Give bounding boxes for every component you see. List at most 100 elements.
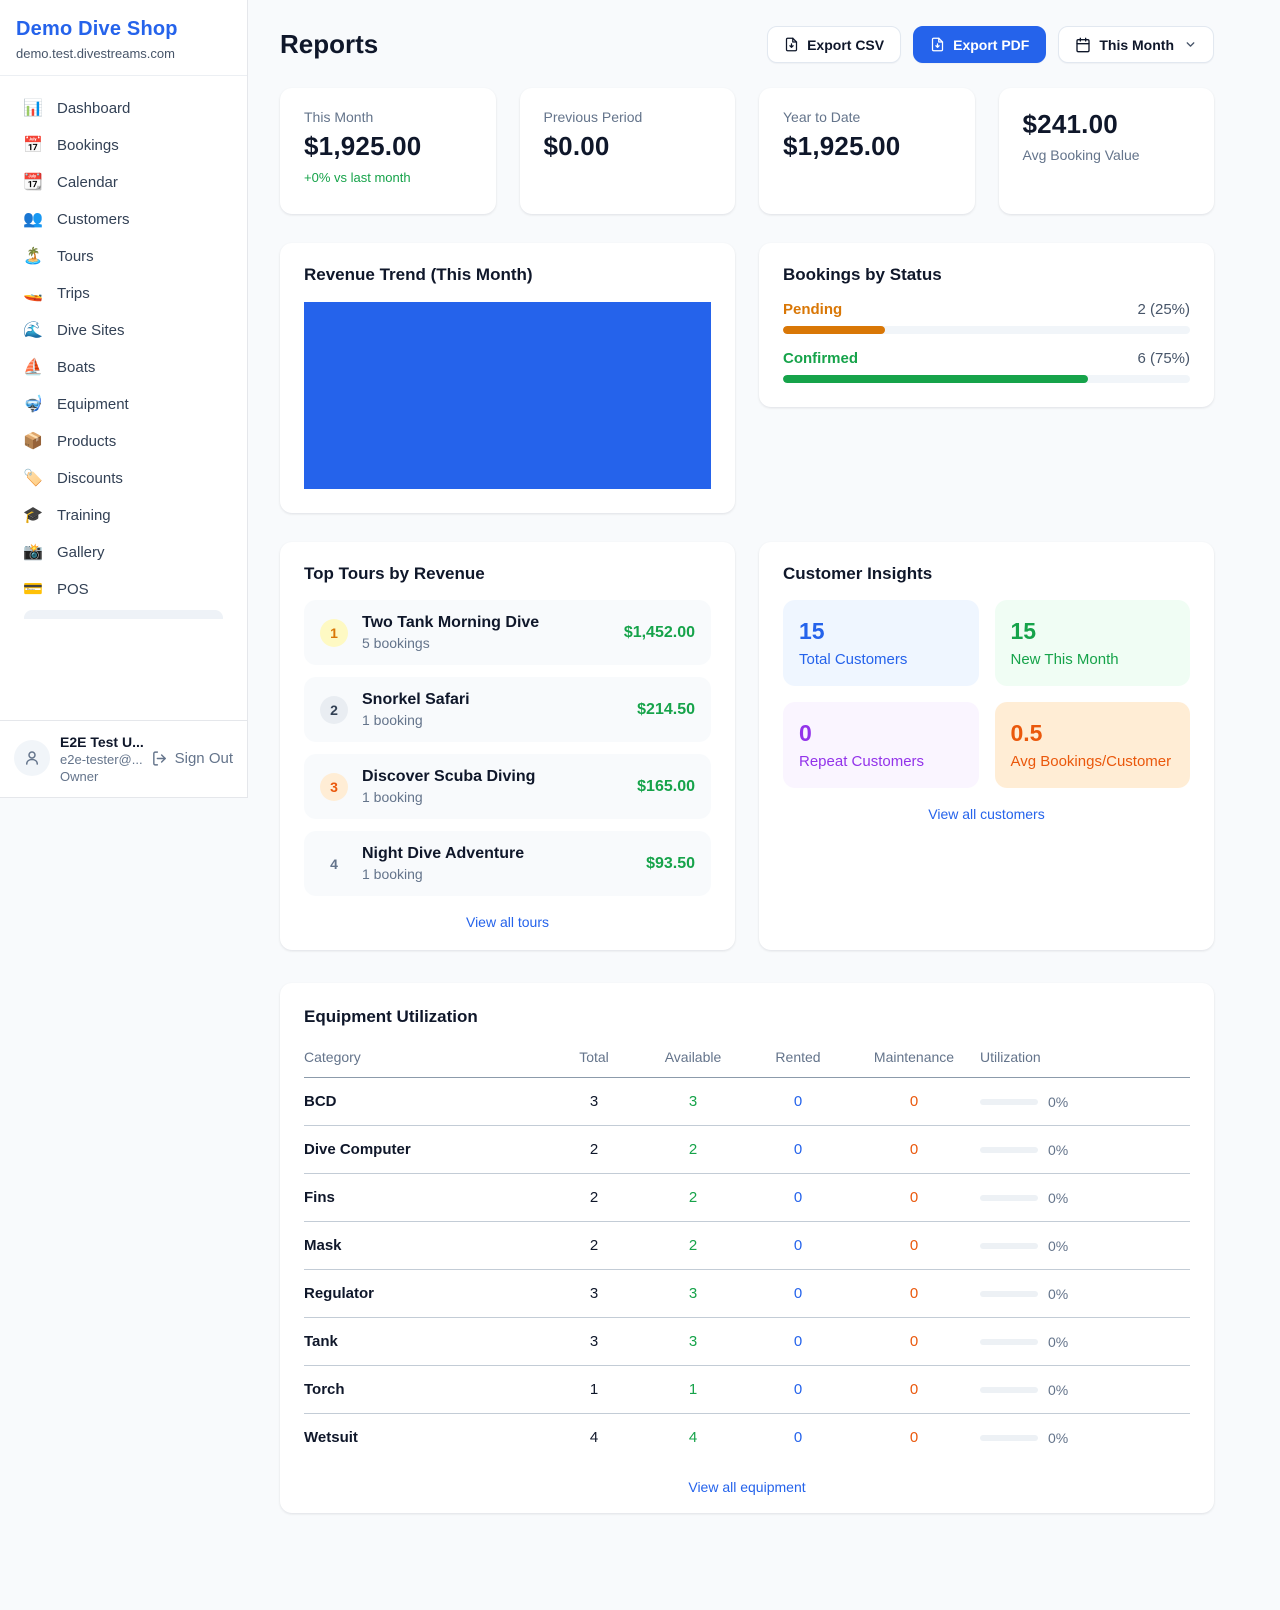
equipment-utilization-title: Equipment Utilization [304, 1007, 1190, 1027]
brand-name: Demo Dive Shop [16, 18, 231, 41]
column-header: Utilization [980, 1049, 1190, 1065]
utilization-percent: 0% [1048, 1334, 1068, 1350]
file-download-icon [930, 37, 945, 52]
sidebar-item-trips[interactable]: 🚤 Trips [12, 275, 235, 312]
sidebar-item-label: Products [57, 433, 116, 450]
status-label: Confirmed [783, 350, 858, 367]
sidebar-item-partial-highlight[interactable] [24, 610, 223, 619]
sidebar-item-label: Dive Sites [57, 322, 125, 339]
sidebar-item-dive-sites[interactable]: 🌊 Dive Sites [12, 312, 235, 349]
chevron-down-icon [1184, 38, 1197, 51]
sidebar-item-pos[interactable]: 💳 POS [12, 571, 235, 608]
equipment-available: 1 [638, 1381, 748, 1398]
sidebar: Demo Dive Shop demo.test.divestreams.com… [0, 0, 248, 798]
sidebar-item-calendar[interactable]: 📆 Calendar [12, 164, 235, 201]
sidebar-item-label: Discounts [57, 470, 123, 487]
stat-card-previous-period: Previous Period $0.00 [520, 88, 736, 214]
table-row: Regulator 3 3 0 0 0% [304, 1270, 1190, 1318]
equipment-maintenance: 0 [848, 1141, 980, 1158]
rank-badge: 3 [320, 773, 348, 801]
tour-row[interactable]: 1 Two Tank Morning Dive 5 bookings $1,45… [304, 600, 711, 665]
avatar [14, 740, 50, 776]
diving-mask-icon: 🤿 [22, 397, 44, 413]
column-header: Total [550, 1049, 638, 1065]
export-pdf-button[interactable]: Export PDF [913, 26, 1046, 63]
sidebar-item-discounts[interactable]: 🏷️ Discounts [12, 460, 235, 497]
sidebar-nav: 📊 Dashboard 📅 Bookings 📆 Calendar 👥 Cust… [0, 76, 247, 720]
graduation-cap-icon: 🎓 [22, 508, 44, 524]
utilization-percent: 0% [1048, 1430, 1068, 1446]
stat-delta: +0% vs last month [304, 170, 472, 185]
camera-flash-icon: 📸 [22, 545, 44, 561]
utilization-bar [980, 1387, 1038, 1393]
equipment-category: Dive Computer [304, 1141, 550, 1158]
sailboat-icon: ⛵ [22, 360, 44, 376]
speedboat-icon: 🚤 [22, 286, 44, 302]
period-select[interactable]: This Month [1058, 26, 1214, 63]
status-progress-track [783, 326, 1190, 334]
sidebar-item-dashboard[interactable]: 📊 Dashboard [12, 90, 235, 127]
revenue-trend-card: Revenue Trend (This Month) [280, 243, 735, 513]
equipment-available: 3 [638, 1333, 748, 1350]
tour-bookings: 1 booking [362, 866, 632, 882]
equipment-maintenance: 0 [848, 1333, 980, 1350]
person-icon [23, 749, 41, 767]
page-header: Reports Export CSV Export PDF This Month [280, 26, 1214, 63]
sidebar-item-training[interactable]: 🎓 Training [12, 497, 235, 534]
sidebar-item-gallery[interactable]: 📸 Gallery [12, 534, 235, 571]
status-row-confirmed: Confirmed 6 (75%) [783, 350, 1190, 383]
insight-value: 15 [1011, 618, 1175, 645]
tour-row[interactable]: 2 Snorkel Safari 1 booking $214.50 [304, 677, 711, 742]
stat-value: $1,925.00 [783, 131, 951, 162]
sidebar-item-tours[interactable]: 🏝️ Tours [12, 238, 235, 275]
insight-value: 0 [799, 720, 963, 747]
status-progress-fill [783, 375, 1088, 383]
equipment-rented: 0 [748, 1189, 848, 1206]
equipment-total: 2 [550, 1189, 638, 1206]
sidebar-item-label: Equipment [57, 396, 129, 413]
utilization-percent: 0% [1048, 1094, 1068, 1110]
equipment-category: Torch [304, 1381, 550, 1398]
equipment-total: 1 [550, 1381, 638, 1398]
sidebar-item-boats[interactable]: ⛵ Boats [12, 349, 235, 386]
status-progress-track [783, 375, 1190, 383]
wave-icon: 🌊 [22, 323, 44, 339]
calendar-icon [1075, 37, 1091, 53]
equipment-available: 2 [638, 1189, 748, 1206]
equipment-table-header: Category Total Available Rented Maintena… [304, 1045, 1190, 1078]
equipment-total: 3 [550, 1333, 638, 1350]
view-all-equipment-link[interactable]: View all equipment [304, 1479, 1190, 1495]
revenue-trend-title: Revenue Trend (This Month) [304, 265, 711, 285]
stat-label: Year to Date [783, 109, 951, 125]
status-progress-fill [783, 326, 885, 334]
tour-row[interactable]: 3 Discover Scuba Diving 1 booking $165.0… [304, 754, 711, 819]
sidebar-item-products[interactable]: 📦 Products [12, 423, 235, 460]
island-icon: 🏝️ [22, 249, 44, 265]
table-row: Torch 1 1 0 0 0% [304, 1366, 1190, 1414]
equipment-rented: 0 [748, 1285, 848, 1302]
sidebar-item-customers[interactable]: 👥 Customers [12, 201, 235, 238]
sidebar-item-label: Training [57, 507, 111, 524]
tear-off-calendar-icon: 📆 [22, 175, 44, 191]
sidebar-item-bookings[interactable]: 📅 Bookings [12, 127, 235, 164]
equipment-total: 3 [550, 1285, 638, 1302]
period-label: This Month [1099, 37, 1174, 53]
page-title: Reports [280, 29, 378, 60]
equipment-available: 3 [638, 1093, 748, 1110]
view-all-tours-link[interactable]: View all tours [304, 914, 711, 930]
equipment-category: Fins [304, 1189, 550, 1206]
sidebar-item-equipment[interactable]: 🤿 Equipment [12, 386, 235, 423]
sign-out-button[interactable]: Sign Out [151, 750, 233, 767]
equipment-available: 2 [638, 1141, 748, 1158]
equipment-rented: 0 [748, 1093, 848, 1110]
utilization-bar [980, 1339, 1038, 1345]
user-meta: E2E Test U... e2e-tester@... Owner [60, 734, 141, 784]
insight-tile-avg-bookings: 0.5 Avg Bookings/Customer [995, 702, 1191, 788]
equipment-utilization-card: Equipment Utilization Category Total Ava… [280, 983, 1214, 1513]
stat-label: Previous Period [544, 109, 712, 125]
tour-row[interactable]: 4 Night Dive Adventure 1 booking $93.50 [304, 831, 711, 896]
equipment-rented: 0 [748, 1381, 848, 1398]
view-all-customers-link[interactable]: View all customers [783, 806, 1190, 822]
export-csv-button[interactable]: Export CSV [767, 26, 901, 63]
brand-block: Demo Dive Shop demo.test.divestreams.com [0, 0, 247, 76]
